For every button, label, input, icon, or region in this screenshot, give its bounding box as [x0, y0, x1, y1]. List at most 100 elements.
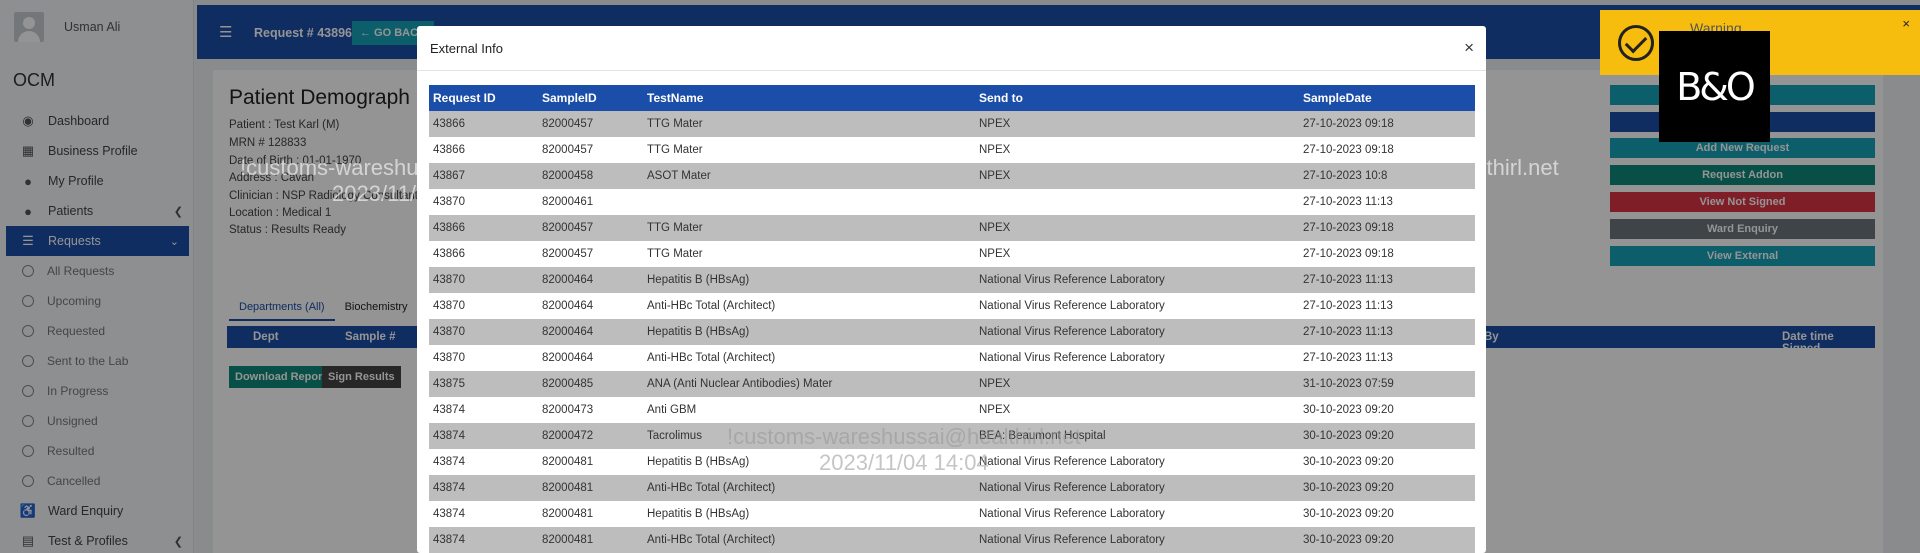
- cell-send-to: National Virus Reference Laboratory: [975, 267, 1299, 293]
- cell-request-id: 43870: [429, 189, 538, 215]
- cell-test-name: Anti-HBc Total (Architect): [643, 475, 975, 501]
- cell-test-name: Hepatitis B (HBsAg): [643, 501, 975, 527]
- cell-sample-date: 30-10-2023 09:20: [1299, 501, 1475, 527]
- col-test-name: TestName: [643, 85, 975, 111]
- table-row[interactable]: 43874 82000472 Tacrolimus BEA: Beaumont Hos…: [429, 423, 1475, 449]
- cell-request-id: 43867: [429, 163, 538, 189]
- cell-sample-id: 82000457: [538, 137, 643, 163]
- cell-request-id: 43874: [429, 527, 538, 553]
- cell-request-id: 43870: [429, 319, 538, 345]
- cell-sample-date: 30-10-2023 09:20: [1299, 423, 1475, 449]
- cell-sample-date: 27-10-2023 09:18: [1299, 215, 1475, 241]
- cell-send-to: National Virus Reference Laboratory: [975, 475, 1299, 501]
- table-row[interactable]: 43874 82000481 Anti-HBc Total (Architect) N…: [429, 527, 1475, 553]
- cell-sample-id: 82000461: [538, 189, 643, 215]
- table-row[interactable]: 43870 82000464 Anti-HBc Total (Architect) N…: [429, 345, 1475, 371]
- modal-title: External Info: [430, 41, 503, 56]
- table-row[interactable]: 43874 82000481 Hepatitis B (HBsAg) National…: [429, 501, 1475, 527]
- cell-sample-date: 27-10-2023 11:13: [1299, 345, 1475, 371]
- modal-header: External Info ×: [417, 26, 1486, 71]
- cell-test-name: ANA (Anti Nuclear Antibodies) Mater: [643, 371, 975, 397]
- external-info-modal: External Info × Request ID SampleID Test…: [417, 26, 1486, 553]
- cell-sample-id: 82000464: [538, 319, 643, 345]
- cell-test-name: Hepatitis B (HBsAg): [643, 267, 975, 293]
- cell-test-name: Anti-HBc Total (Architect): [643, 527, 975, 553]
- cell-request-id: 43874: [429, 397, 538, 423]
- close-icon[interactable]: ×: [1464, 38, 1474, 58]
- cell-sample-date: 30-10-2023 09:20: [1299, 527, 1475, 553]
- external-info-table: Request ID SampleID TestName Send to Sam…: [429, 85, 1475, 553]
- cell-test-name: TTG Mater: [643, 241, 975, 267]
- table-row[interactable]: 43874 82000481 Anti-HBc Total (Architect) N…: [429, 475, 1475, 501]
- cell-request-id: 43866: [429, 241, 538, 267]
- table-row[interactable]: 43870 82000464 Hepatitis B (HBsAg) National…: [429, 267, 1475, 293]
- cell-sample-date: 27-10-2023 10:8: [1299, 163, 1475, 189]
- cell-send-to: NPEX: [975, 215, 1299, 241]
- cell-sample-id: 82000481: [538, 501, 643, 527]
- cell-test-name: Anti-HBc Total (Architect): [643, 345, 975, 371]
- cell-send-to: National Virus Reference Laboratory: [975, 345, 1299, 371]
- cell-sample-date: 27-10-2023 09:18: [1299, 111, 1475, 137]
- cell-send-to: NPEX: [975, 163, 1299, 189]
- table-row[interactable]: 43870 82000461 27-10-2023 11:13: [429, 189, 1475, 215]
- cell-sample-date: 27-10-2023 11:13: [1299, 293, 1475, 319]
- cell-sample-date: 30-10-2023 09:20: [1299, 449, 1475, 475]
- check-circle-icon: [1618, 25, 1654, 61]
- table-row[interactable]: 43874 82000473 Anti GBM NPEX 30-10-2023 09:2…: [429, 397, 1475, 423]
- table-row[interactable]: 43870 82000464 Hepatitis B (HBsAg) National…: [429, 319, 1475, 345]
- table-header-row: Request ID SampleID TestName Send to Sam…: [429, 85, 1475, 111]
- cell-sample-id: 82000457: [538, 241, 643, 267]
- cell-request-id: 43874: [429, 501, 538, 527]
- cell-sample-id: 82000481: [538, 475, 643, 501]
- cell-test-name: [643, 189, 975, 215]
- cell-send-to: National Virus Reference Laboratory: [975, 527, 1299, 553]
- cell-request-id: 43874: [429, 423, 538, 449]
- cell-sample-id: 82000457: [538, 111, 643, 137]
- cell-sample-date: 27-10-2023 11:13: [1299, 189, 1475, 215]
- cell-sample-date: 27-10-2023 09:18: [1299, 241, 1475, 267]
- cell-sample-date: 27-10-2023 11:13: [1299, 319, 1475, 345]
- cell-sample-date: 27-10-2023 11:13: [1299, 267, 1475, 293]
- close-icon[interactable]: ×: [1902, 16, 1910, 31]
- cell-send-to: NPEX: [975, 371, 1299, 397]
- col-sample-date: SampleDate: [1299, 85, 1475, 111]
- table-row[interactable]: 43866 82000457 TTG Mater NPEX 27-10-2023 09:…: [429, 241, 1475, 267]
- col-request-id: Request ID: [429, 85, 538, 111]
- cell-sample-id: 82000457: [538, 215, 643, 241]
- cell-sample-date: 30-10-2023 09:20: [1299, 475, 1475, 501]
- cell-sample-date: 31-10-2023 07:59: [1299, 371, 1475, 397]
- cell-sample-id: 82000464: [538, 345, 643, 371]
- cell-request-id: 43866: [429, 111, 538, 137]
- cell-request-id: 43874: [429, 449, 538, 475]
- cell-send-to: National Virus Reference Laboratory: [975, 501, 1299, 527]
- cell-request-id: 43866: [429, 215, 538, 241]
- cell-test-name: Anti GBM: [643, 397, 975, 423]
- cell-sample-id: 82000464: [538, 293, 643, 319]
- table-row[interactable]: 43867 82000458 ASOT Mater NPEX 27-10-2023 10…: [429, 163, 1475, 189]
- cell-request-id: 43870: [429, 293, 538, 319]
- cell-send-to: [975, 189, 1299, 215]
- cell-sample-id: 82000472: [538, 423, 643, 449]
- cell-send-to: National Virus Reference Laboratory: [975, 449, 1299, 475]
- cell-request-id: 43875: [429, 371, 538, 397]
- table-row[interactable]: 43866 82000457 TTG Mater NPEX 27-10-2023 09:…: [429, 215, 1475, 241]
- cell-sample-id: 82000464: [538, 267, 643, 293]
- table-row[interactable]: 43866 82000457 TTG Mater NPEX 27-10-2023 09:…: [429, 137, 1475, 163]
- cell-sample-id: 82000481: [538, 449, 643, 475]
- cell-sample-id: 82000481: [538, 527, 643, 553]
- cell-request-id: 43870: [429, 345, 538, 371]
- cell-test-name: Anti-HBc Total (Architect): [643, 293, 975, 319]
- cell-sample-id: 82000458: [538, 163, 643, 189]
- table-row[interactable]: 43874 82000481 Hepatitis B (HBsAg) National…: [429, 449, 1475, 475]
- cell-test-name: TTG Mater: [643, 137, 975, 163]
- cell-request-id: 43874: [429, 475, 538, 501]
- cell-sample-date: 30-10-2023 09:20: [1299, 397, 1475, 423]
- table-row[interactable]: 43870 82000464 Anti-HBc Total (Architect) N…: [429, 293, 1475, 319]
- cell-test-name: ASOT Mater: [643, 163, 975, 189]
- cell-sample-date: 27-10-2023 09:18: [1299, 137, 1475, 163]
- table-row[interactable]: 43875 82000485 ANA (Anti Nuclear Antibodie…: [429, 371, 1475, 397]
- cell-send-to: NPEX: [975, 111, 1299, 137]
- table-row[interactable]: 43866 82000457 TTG Mater NPEX 27-10-2023 09:…: [429, 111, 1475, 137]
- cell-sample-id: 82000485: [538, 371, 643, 397]
- col-send-to: Send to: [975, 85, 1299, 111]
